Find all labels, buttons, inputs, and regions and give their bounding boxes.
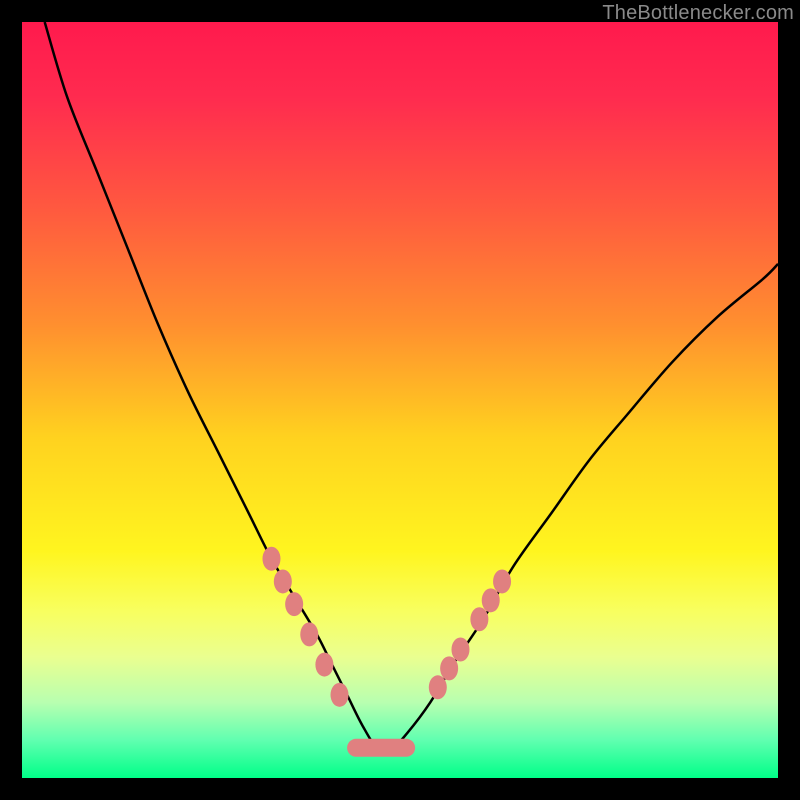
data-point-marker: [493, 569, 511, 593]
data-point-marker: [300, 622, 318, 646]
data-point-marker: [482, 588, 500, 612]
data-point-marker: [331, 683, 349, 707]
optimal-range-bar: [347, 739, 415, 757]
data-point-marker: [470, 607, 488, 631]
data-point-marker: [315, 653, 333, 677]
data-point-marker: [440, 656, 458, 680]
chart-frame: [22, 22, 778, 778]
gradient-background: [22, 22, 778, 778]
data-point-marker: [285, 592, 303, 616]
data-point-marker: [429, 675, 447, 699]
data-point-marker: [262, 547, 280, 571]
chart-svg: [22, 22, 778, 778]
data-point-marker: [451, 637, 469, 661]
data-point-marker: [274, 569, 292, 593]
